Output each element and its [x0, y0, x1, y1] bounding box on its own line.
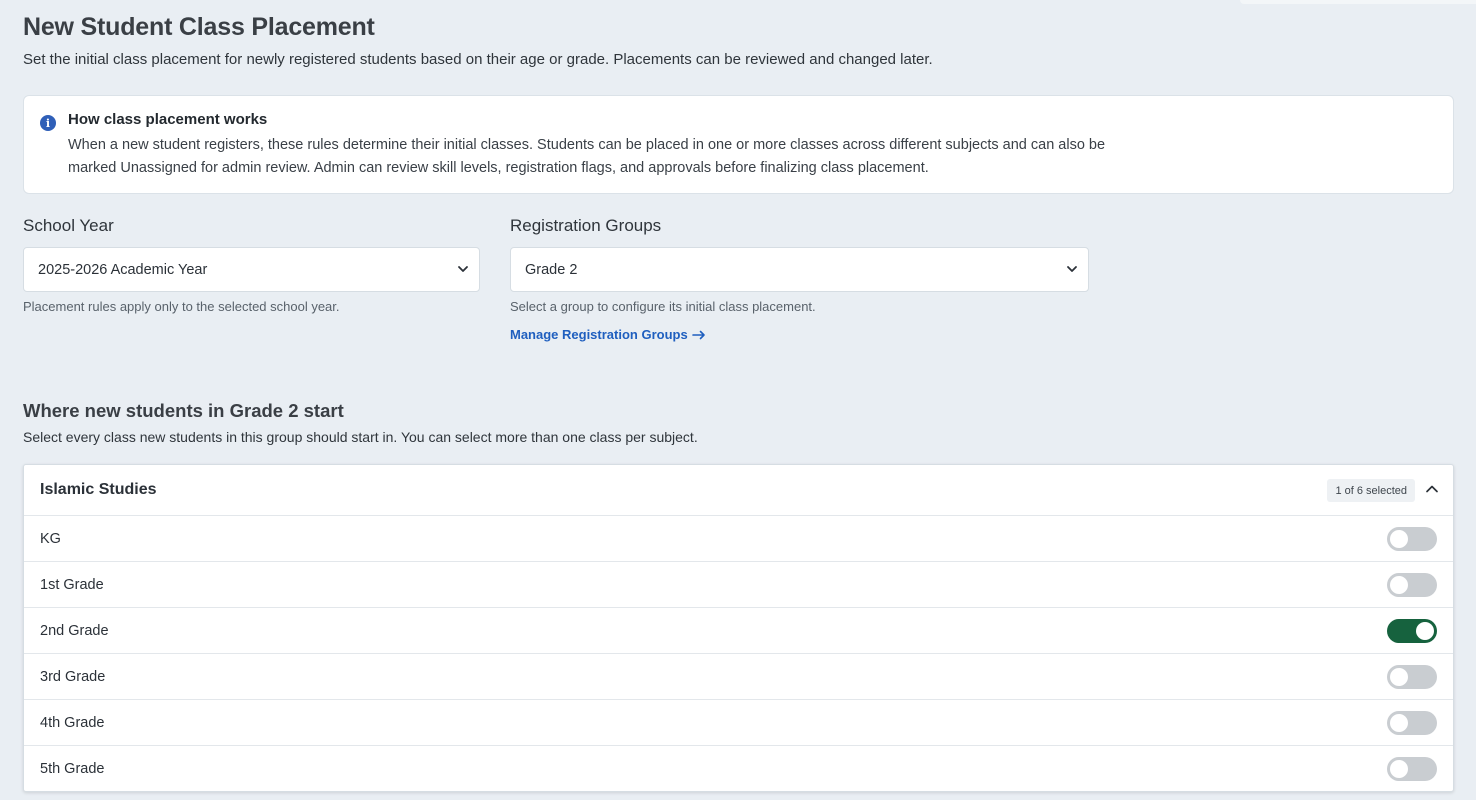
- info-icon: i: [40, 115, 56, 131]
- manage-registration-groups-link[interactable]: Manage Registration Groups: [510, 327, 706, 342]
- class-row-label: 1st Grade: [40, 576, 104, 593]
- info-text: When a new student registers, these rule…: [68, 137, 1106, 176]
- class-row: 3rd Grade: [24, 654, 1453, 700]
- toggle-knob: [1390, 760, 1408, 778]
- school-year-select[interactable]: 2025-2026 Academic Year: [23, 247, 480, 292]
- chevron-down-icon: [458, 266, 468, 272]
- school-year-value: 2025-2026 Academic Year: [38, 261, 208, 278]
- chevron-down-icon: [1067, 266, 1077, 272]
- registration-groups-value: Grade 2: [525, 261, 578, 278]
- class-row: 5th Grade: [24, 746, 1453, 792]
- page: New Student Class Placement Set the init…: [0, 0, 1476, 800]
- registration-groups-help: Select a group to configure its initial …: [510, 299, 816, 314]
- class-row-label: KG: [40, 530, 61, 547]
- class-row-label: 5th Grade: [40, 761, 105, 777]
- class-toggle[interactable]: [1387, 573, 1437, 597]
- class-row-label: 3rd Grade: [40, 668, 106, 685]
- toggle-knob: [1416, 622, 1434, 640]
- class-toggle[interactable]: [1387, 619, 1437, 643]
- top-edge-bar: [1240, 0, 1476, 4]
- class-toggle[interactable]: [1387, 711, 1437, 735]
- class-row-label: 2nd Grade: [40, 622, 109, 639]
- toggle-knob: [1390, 530, 1408, 548]
- subject-panel-title: Islamic Studies: [40, 481, 157, 498]
- class-list: KG 1st Grade 2nd Grade 3rd Grade 4th Grade 5t…: [24, 516, 1453, 792]
- section-title: Where new students in Grade 2 start: [23, 400, 344, 421]
- info-card: i How class placement works When a new s…: [23, 95, 1454, 194]
- chevron-up-icon[interactable]: [1425, 482, 1439, 496]
- info-title: How class placement works: [68, 111, 268, 128]
- toggle-knob: [1390, 714, 1408, 732]
- class-toggle[interactable]: [1387, 665, 1437, 689]
- class-toggle[interactable]: [1387, 757, 1437, 781]
- page-title: New Student Class Placement: [23, 13, 375, 41]
- class-row: 1st Grade: [24, 562, 1453, 608]
- toggle-knob: [1390, 668, 1408, 686]
- subject-panel-header[interactable]: Islamic Studies 1 of 6 selected: [24, 465, 1453, 516]
- toggle-knob: [1390, 576, 1408, 594]
- arrow-right-icon: [691, 330, 705, 339]
- registration-groups-select[interactable]: Grade 2: [510, 247, 1089, 292]
- class-row: KG: [24, 516, 1453, 562]
- registration-groups-label: Registration Groups: [510, 216, 662, 235]
- class-row: 4th Grade: [24, 700, 1453, 746]
- class-row: 2nd Grade: [24, 608, 1453, 654]
- manage-registration-groups-label: Manage Registration Groups: [510, 327, 688, 342]
- section-subtitle: Select every class new students in this …: [23, 429, 698, 445]
- school-year-label: School Year: [23, 216, 114, 235]
- class-row-label: 4th Grade: [40, 714, 105, 731]
- subject-panel-islamic-studies: Islamic Studies 1 of 6 selected KG 1st Gr…: [23, 464, 1454, 792]
- page-subtitle: Set the initial class placement for newl…: [23, 51, 933, 68]
- selected-count-badge: 1 of 6 selected: [1327, 479, 1415, 502]
- class-toggle[interactable]: [1387, 527, 1437, 551]
- school-year-help: Placement rules apply only to the select…: [23, 299, 340, 314]
